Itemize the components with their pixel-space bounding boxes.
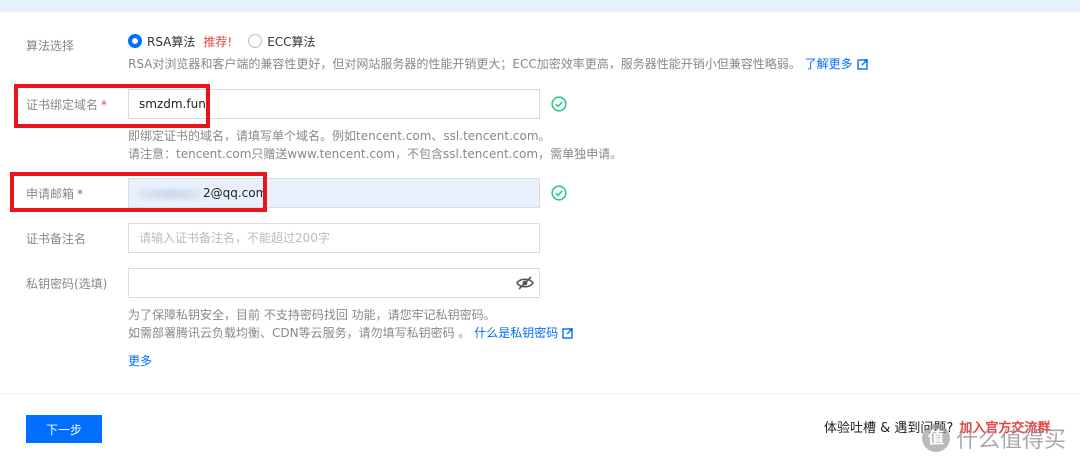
learn-more-label[interactable]: 了解更多 — [805, 57, 853, 71]
learn-more-link[interactable]: 了解更多 — [805, 57, 868, 71]
private-key-help-2-text: 如需部署腾讯云负载均衡、CDN等云服务，请勿填写私钥密码 。 — [128, 326, 471, 340]
algorithm-radio-group: RSA算法 推荐! ECC算法 — [128, 32, 316, 50]
external-link-icon[interactable] — [856, 59, 868, 70]
rsa-radio-label[interactable]: RSA算法 — [147, 33, 195, 50]
recommend-badge: 推荐! — [203, 34, 233, 49]
algorithm-label: 算法选择 — [26, 39, 75, 53]
private-key-help-1: 为了保障私钥安全，目前 不支持密码找回 功能，请您牢记私钥密码。 — [128, 308, 496, 322]
domain-help-1: 即绑定证书的域名，请填写单个域名。例如tencent.com、ssl.tence… — [128, 129, 551, 143]
domain-help-2: 请注意：tencent.com只赠送www.tencent.com，不包含ssl… — [128, 147, 623, 161]
watermark-badge: 值 — [921, 424, 950, 452]
watermark: 值什么值得买 — [921, 422, 1066, 454]
remark-label: 证书备注名 — [26, 232, 87, 246]
check-circle-icon — [551, 185, 567, 201]
private-key-link-label[interactable]: 什么是私钥密码 — [474, 326, 558, 340]
ecc-radio[interactable] — [248, 34, 263, 48]
highlight-box-email — [10, 172, 267, 212]
private-key-help-2: 如需部署腾讯云负载均衡、CDN等云服务，请勿填写私钥密码 。 什么是私钥密码 — [128, 324, 573, 342]
check-circle-icon — [551, 96, 567, 112]
top-notice-banner — [0, 0, 1080, 12]
external-link-icon[interactable] — [562, 328, 573, 339]
rsa-radio[interactable] — [128, 34, 142, 48]
private-key-label: 私钥密码(选填) — [26, 277, 108, 291]
remark-input[interactable]: 请输入证书备注名，不能超过200字 — [128, 223, 540, 253]
private-key-link[interactable]: 什么是私钥密码 — [474, 326, 573, 340]
highlight-box-domain — [14, 84, 210, 128]
private-key-input[interactable] — [128, 268, 540, 298]
more-options-link[interactable]: 更多 — [128, 352, 152, 369]
watermark-text: 什么值得买 — [955, 428, 1066, 453]
footer-divider — [0, 393, 1080, 394]
algorithm-help: RSA对浏览器和客户端的兼容性更好，但对网站服务器的性能开销更大；ECC加密效率… — [128, 55, 868, 73]
next-step-button[interactable]: 下一步 — [26, 415, 102, 443]
eye-off-icon[interactable] — [516, 276, 534, 290]
ecc-radio-label[interactable]: ECC算法 — [267, 33, 315, 50]
algorithm-help-text: RSA对浏览器和客户端的兼容性更好，但对网站服务器的性能开销更大；ECC加密效率… — [128, 57, 801, 71]
